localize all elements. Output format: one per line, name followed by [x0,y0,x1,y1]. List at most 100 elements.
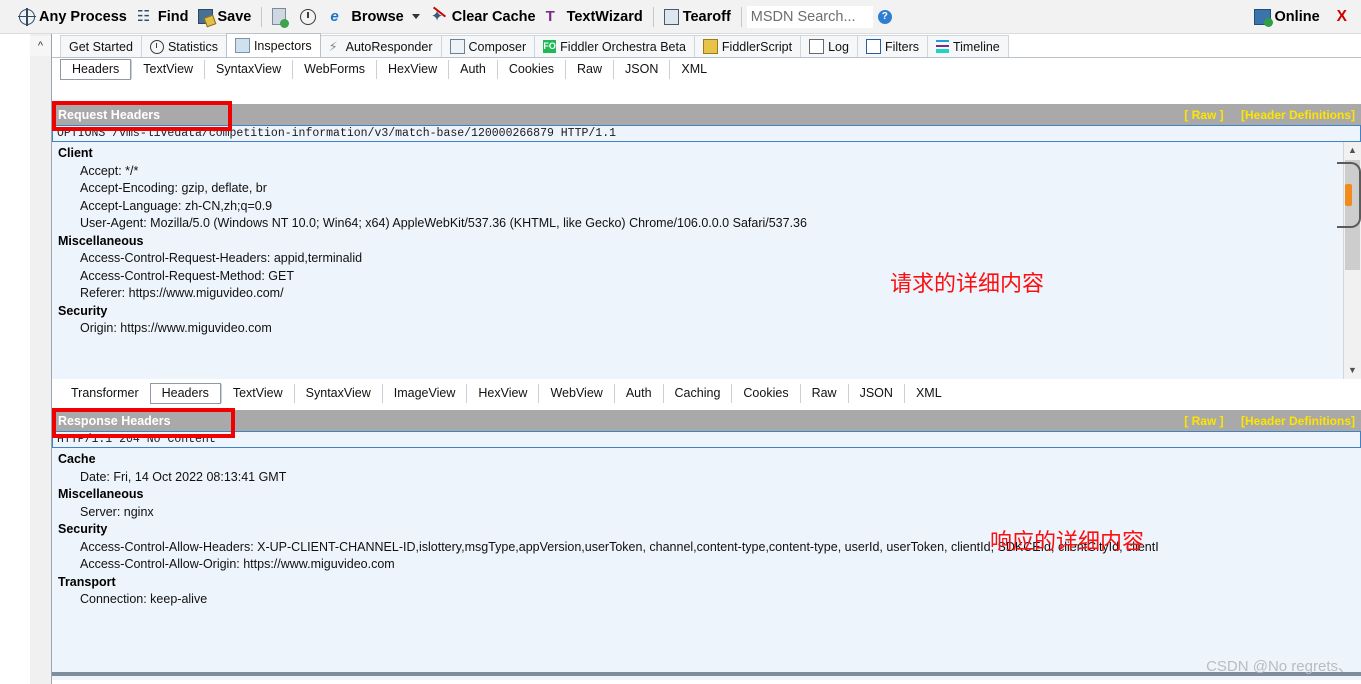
tab-fiddler-orchestra-beta[interactable]: FO Fiddler Orchestra Beta [534,35,695,57]
request-tab-hexview[interactable]: HexView [376,59,448,79]
request-tab-headers[interactable]: Headers [60,58,132,80]
tab-inspectors[interactable]: Inspectors [225,33,321,57]
toolbar-button-timer[interactable] [295,4,325,30]
request-tab-raw[interactable]: Raw [565,59,613,79]
response-tab-hexview[interactable]: HexView [466,383,538,403]
request-tab-xml[interactable]: XML [669,59,718,79]
save-disk-icon [198,9,214,24]
close-icon[interactable]: X [1337,8,1347,26]
response-tab-caching[interactable]: Caching [662,383,732,403]
response-tab-raw[interactable]: Raw [799,383,848,403]
tab-label: Caching [674,386,721,400]
tab-statistics[interactable]: Statistics [140,35,227,57]
tab-label: Statistics [167,39,218,54]
stopwatch-icon [300,8,317,25]
toolbar-right-group: Online X [1249,4,1361,30]
binoculars-icon: ☷ [136,8,151,25]
toolbar-button-tearoff[interactable]: Tearoff [659,4,736,30]
composer-icon [449,39,465,54]
response-tab-xml[interactable]: XML [903,383,953,403]
toolbar-label-textwizard: TextWizard [566,8,643,25]
tab-label: Cookies [508,62,555,76]
response-headers-title: Response Headers [58,413,171,428]
online-status-button[interactable]: Online [1249,4,1325,30]
response-tab-json[interactable]: JSON [847,383,904,403]
toolbar-label-browse: Browse [351,8,404,25]
toolbar-label-any-process: Any Process [39,8,127,25]
tab-label: TextView [143,62,194,76]
request-headers-body: Client Accept: */* Accept-Encoding: gzip… [52,142,1361,379]
chevron-up-icon[interactable]: ^ [30,36,51,56]
response-tab-imageview[interactable]: ImageView [381,383,467,403]
toolbar-button-clipboard[interactable] [267,4,295,30]
tab-fiddlerscript[interactable]: FiddlerScript [693,35,802,57]
target-icon [18,7,36,26]
raw-link[interactable]: [ Raw ] [1184,108,1223,122]
tab-autoresponder[interactable]: ⚡ AutoResponder [319,35,442,57]
tab-label: Raw [811,386,837,400]
response-tab-transformer[interactable]: Transformer [60,384,150,403]
response-header-date: Date: Fri, 14 Oct 2022 08:13:41 GMT [80,469,287,484]
request-tab-auth[interactable]: Auth [448,59,497,79]
log-icon [809,39,825,54]
help-icon[interactable]: ? [873,4,897,30]
toolbar-button-save[interactable]: Save [193,4,256,30]
response-headers-body: Cache Date: Fri, 14 Oct 2022 08:13:41 GM… [52,448,1361,680]
tab-timeline[interactable]: Timeline [926,35,1009,57]
tab-label: Auth [460,62,486,76]
response-header-links: [ Raw ] [Header Definitions] [1170,414,1355,428]
request-headers-title: Request Headers [58,107,161,122]
tab-log[interactable]: Log [800,35,858,57]
request-header-accept-encoding: Accept-Encoding: gzip, deflate, br [80,181,267,195]
request-headers-list: Client Accept: */* Accept-Encoding: gzip… [52,142,1343,379]
response-tab-webview[interactable]: WebView [538,383,613,403]
watermark: CSDN @No regrets、 [1206,658,1353,675]
request-line[interactable]: OPTIONS /vms-livedata/competition-inform… [52,125,1361,142]
tab-label: HexView [388,62,438,76]
response-tab-cookies[interactable]: Cookies [731,383,799,403]
chevron-down-icon[interactable] [411,14,420,19]
request-tab-syntaxview[interactable]: SyntaxView [204,59,292,79]
response-group-cache: Cache [58,452,96,466]
request-tab-strip: Headers TextView SyntaxView WebForms Hex… [52,58,1361,80]
toolbar-button-textwizard[interactable]: T TextWizard [541,4,648,30]
request-tab-json[interactable]: JSON [613,59,669,79]
toolbar-button-find[interactable]: ☷ Find [132,4,194,30]
response-tab-auth[interactable]: Auth [613,383,663,403]
toolbar-button-clear-cache[interactable]: ✦ Clear Cache [426,4,541,30]
tab-get-started[interactable]: Get Started [60,35,142,57]
left-splitter-rail[interactable] [30,34,52,684]
header-definitions-link[interactable]: [Header Definitions] [1241,414,1355,428]
toolbar-button-any-process[interactable]: Any Process [14,4,132,30]
request-tab-webforms[interactable]: WebForms [292,59,376,79]
tab-label: TextView [232,386,283,400]
request-header-user-agent: User-Agent: Mozilla/5.0 (Windows NT 10.0… [80,216,807,230]
scroll-down-icon[interactable]: ▼ [1344,362,1361,379]
request-tab-cookies[interactable]: Cookies [496,59,565,79]
tab-label: Composer [468,39,527,54]
tab-label: Headers [161,386,209,400]
inspector-content: Get Started Statistics Inspectors ⚡ Auto… [52,33,1361,684]
request-header-acr-headers: Access-Control-Request-Headers: appid,te… [80,251,363,265]
response-headers-list: Cache Date: Fri, 14 Oct 2022 08:13:41 GM… [52,448,1361,680]
response-status-line[interactable]: HTTP/1.1 204 No Content [52,431,1361,448]
tab-label: ImageView [393,386,456,400]
response-header-allow-headers: Access-Control-Allow-Headers: X-UP-CLIEN… [80,539,1159,554]
tab-filters[interactable]: Filters [856,35,928,57]
toolbar-button-browse[interactable]: e Browse [325,4,408,30]
request-tab-textview[interactable]: TextView [131,59,204,79]
tab-composer[interactable]: Composer [440,35,536,57]
response-tab-headers[interactable]: Headers [149,382,221,404]
response-header-allow-origin: Access-Control-Allow-Origin: https://www… [80,557,395,571]
stopwatch-icon [149,39,164,54]
msdn-search-input[interactable]: MSDN Search... [746,5,873,28]
response-tab-textview[interactable]: TextView [220,383,294,403]
clear-cache-icon: ✦ [431,8,448,25]
request-group-client: Client [58,146,93,160]
fiddlerscript-icon [702,39,718,54]
response-tab-syntaxview[interactable]: SyntaxView [293,383,382,403]
header-definitions-link[interactable]: [Header Definitions] [1241,108,1355,122]
scroll-up-icon[interactable]: ▲ [1344,142,1361,159]
tab-label: WebView [550,386,603,400]
raw-link[interactable]: [ Raw ] [1184,414,1223,428]
